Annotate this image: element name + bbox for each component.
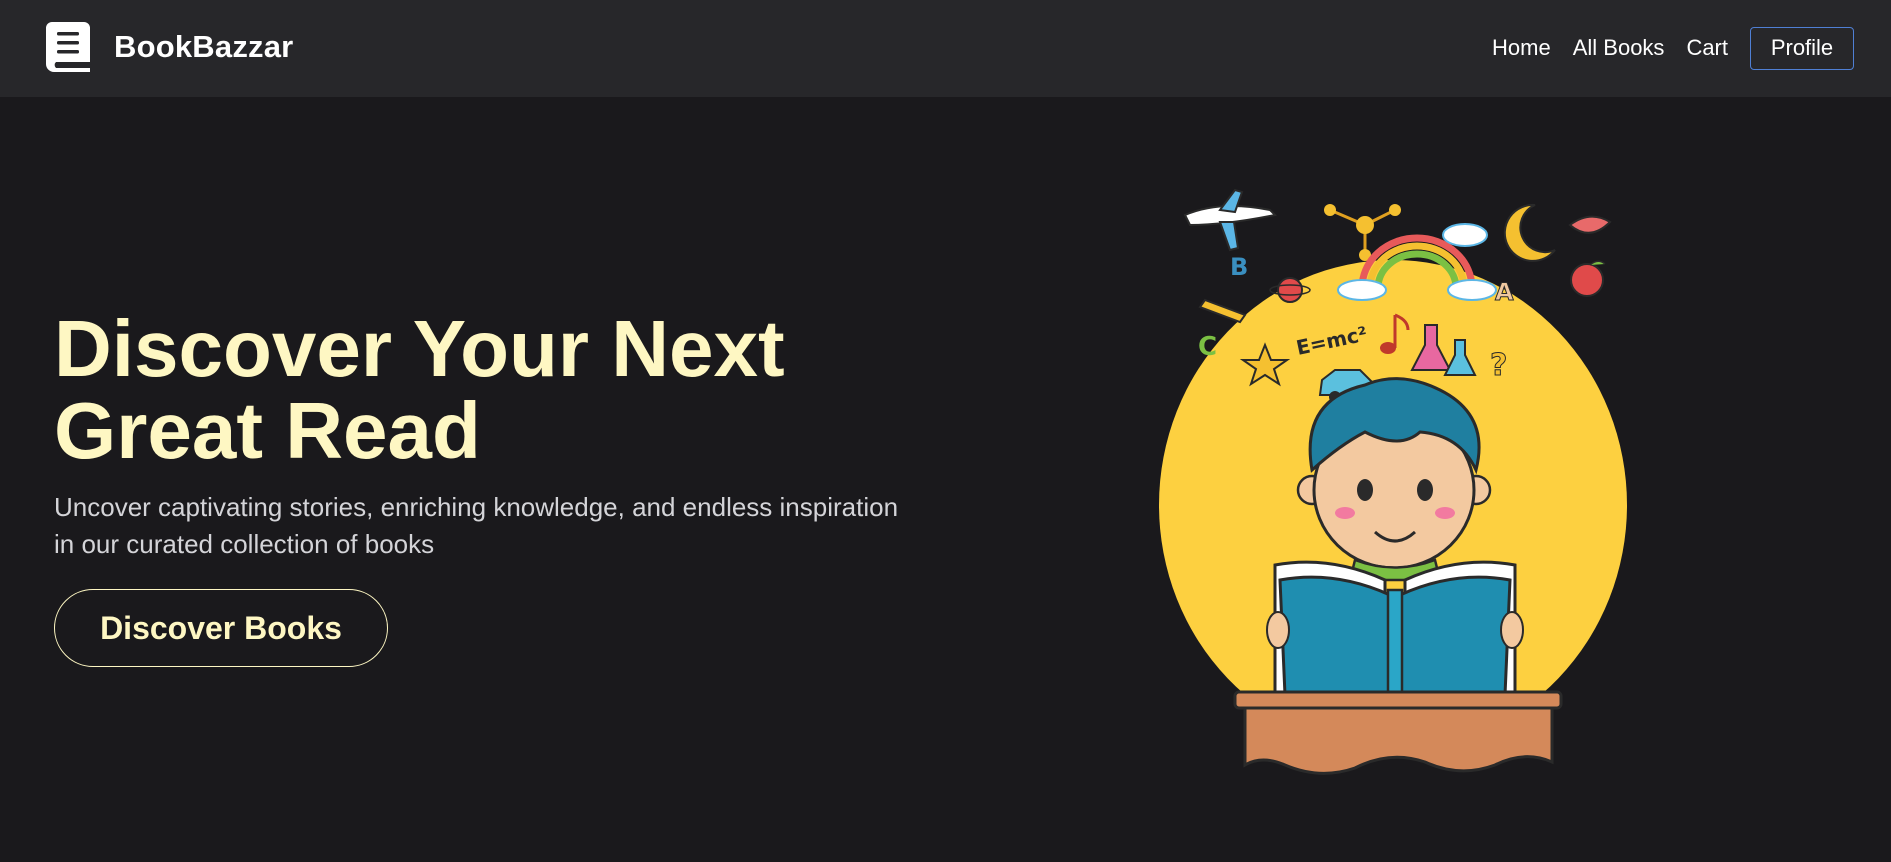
airplane-icon [1183, 188, 1278, 252]
hero-title-line-2: Great Read [54, 386, 481, 475]
brand-name: BookBazzar [114, 29, 294, 64]
letter-b-icon: B [1230, 253, 1248, 281]
apple-icon [1570, 260, 1606, 297]
nav-home-link[interactable]: Home [1492, 35, 1551, 61]
hero-title-line-1: Discover Your Next [54, 304, 785, 393]
hero-subtitle-line-2: in our curated collection of books [54, 529, 435, 559]
nav-all-books-link[interactable]: All Books [1573, 35, 1665, 61]
book-icon [46, 22, 90, 72]
profile-button[interactable]: Profile [1750, 26, 1854, 70]
moon-icon [1503, 203, 1556, 262]
hero-title: Discover Your Next Great Read [54, 308, 854, 472]
letter-a-icon: A [1495, 278, 1514, 306]
hero-subtitle-line-1: Uncover captivating stories, enriching k… [54, 492, 899, 522]
pencil-icon [1198, 298, 1247, 324]
letter-c-icon: C [1198, 332, 1217, 362]
navbar: BookBazzar Home All Books Cart Profile [0, 0, 1891, 97]
discover-books-button[interactable]: Discover Books [54, 589, 388, 667]
nav-links: Home All Books Cart Profile [1492, 25, 1854, 71]
boy-reading-book-illustration: B A C E=mc² ? [1159, 188, 1627, 775]
desk-icon [1233, 690, 1563, 775]
nav-cart-link[interactable]: Cart [1686, 35, 1728, 61]
hero-subtitle: Uncover captivating stories, enriching k… [54, 489, 954, 563]
question-mark-icon: ? [1490, 348, 1507, 383]
brand[interactable]: BookBazzar [46, 22, 293, 72]
lips-icon [1568, 215, 1612, 234]
cloud-icon [1442, 223, 1488, 247]
